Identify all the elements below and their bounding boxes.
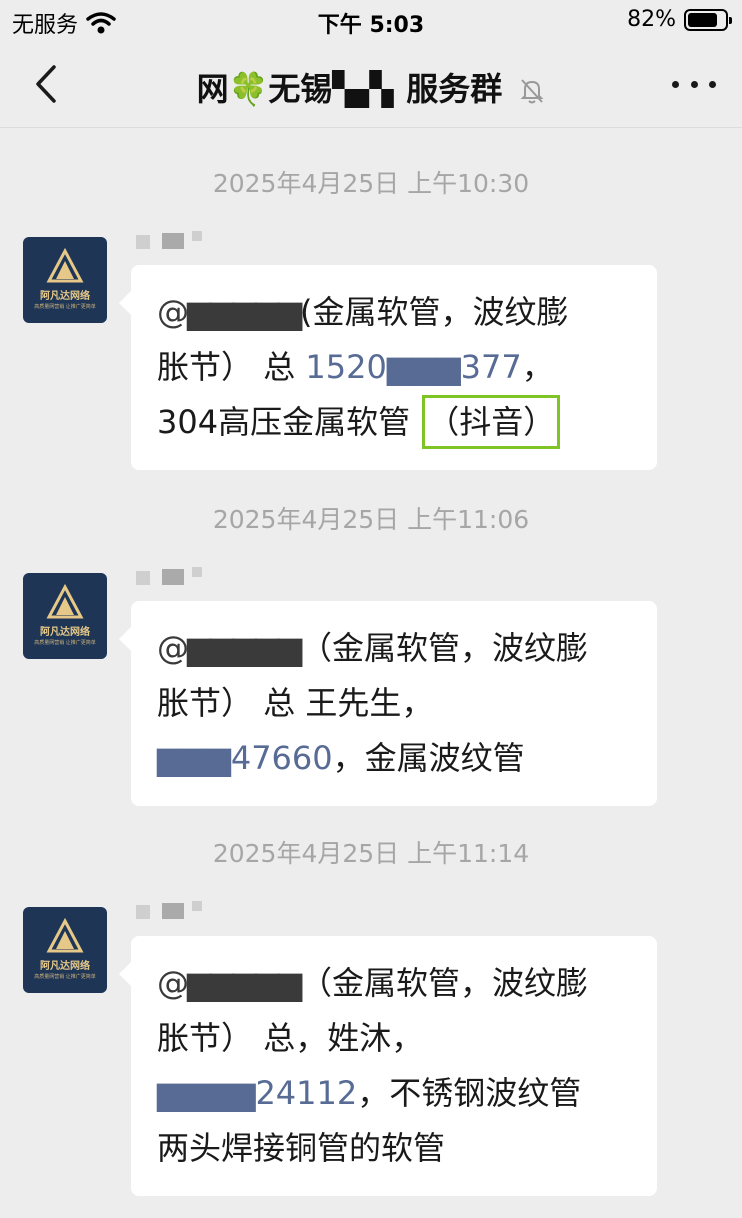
message-text: 304高压金属软管 xyxy=(157,403,411,441)
message-text: (金属软管，波纹膨 xyxy=(300,293,569,331)
avatar[interactable]: 阿凡达网络 高质量网营销 让推广更简单 xyxy=(23,907,107,993)
more-dot xyxy=(709,80,716,88)
message-text: 胀节） xyxy=(157,1019,254,1057)
message-timestamp: 2025年4月25日 上午11:06 xyxy=(212,505,530,534)
mention: @▆▆▆▆▆ xyxy=(157,629,302,667)
status-right: 82% xyxy=(627,7,732,32)
back-button[interactable] xyxy=(26,62,66,106)
message-text: （金属软管，波纹膨 xyxy=(300,964,589,1002)
more-button[interactable] xyxy=(672,74,716,94)
avatar-subtitle: 高质量网营销 让推广更简单 xyxy=(34,974,96,980)
more-dot xyxy=(690,80,698,88)
mention: @▆▆▆▆▆ xyxy=(157,964,302,1002)
message-text: 总，姓沐， xyxy=(263,1019,424,1057)
chat-title-text: 网🍀无锡▚▞▖服务群 xyxy=(196,70,503,108)
highlight-tag: （抖音） xyxy=(422,395,561,449)
message-text: 两头焊接铜管的软管 xyxy=(157,1129,446,1167)
message-timestamp: 2025年4月25日 上午11:14 xyxy=(212,839,530,868)
battery-percent: 82% xyxy=(627,7,676,32)
message-text: 总 王先生， xyxy=(263,684,434,722)
message-text: ， xyxy=(521,348,554,386)
more-dot xyxy=(672,80,679,88)
chevron-left-icon xyxy=(36,65,56,103)
avatar-subtitle: 高质量网营销 让推广更简单 xyxy=(34,304,96,310)
sender-name xyxy=(132,899,204,919)
message-bubble[interactable]: @▆▆▆▆▆（金属软管，波纹膨 胀节） 总，姓沐， ▆▆▆▆24112，不锈钢波… xyxy=(119,936,657,1196)
message-text: 总 xyxy=(263,348,306,386)
phone-link[interactable]: 1520▆▆▆377 xyxy=(305,348,521,386)
avatar-name: 阿凡达网络 xyxy=(40,291,90,302)
message-text: ，金属波纹管 xyxy=(332,739,525,777)
mention: @▆▆▆▆▆ xyxy=(157,293,302,331)
sender-name xyxy=(132,229,204,249)
logo-mark-icon xyxy=(46,917,84,953)
message-text: 胀节） xyxy=(157,348,254,386)
message-text: ，不锈钢波纹管 xyxy=(357,1074,582,1112)
phone-link[interactable]: ▆▆▆47660 xyxy=(157,739,333,777)
sender-name xyxy=(132,565,204,585)
chat-header: 网🍀无锡▚▞▖服务群 xyxy=(0,40,742,128)
chat-title: 网🍀无锡▚▞▖服务群 xyxy=(100,64,642,110)
message-text: （金属软管，波纹膨 xyxy=(300,629,589,667)
bell-muted-icon xyxy=(520,79,544,104)
avatar-name: 阿凡达网络 xyxy=(40,961,90,972)
avatar-name: 阿凡达网络 xyxy=(40,627,90,638)
battery-icon xyxy=(684,8,732,31)
avatar[interactable]: 阿凡达网络 高质量网营销 让推广更简单 xyxy=(23,237,107,323)
phone-link[interactable]: ▆▆▆▆24112 xyxy=(157,1074,357,1112)
message-timestamp: 2025年4月25日 上午10:30 xyxy=(212,169,530,198)
logo-mark-icon xyxy=(46,583,84,619)
avatar[interactable]: 阿凡达网络 高质量网营销 让推广更简单 xyxy=(23,573,107,659)
avatar-subtitle: 高质量网营销 让推广更简单 xyxy=(34,640,96,646)
logo-mark-icon xyxy=(46,247,84,283)
message-text: 胀节） xyxy=(157,684,254,722)
message-bubble[interactable]: @▆▆▆▆▆(金属软管，波纹膨 胀节） 总 1520▆▆▆377， 304高压金… xyxy=(119,265,657,470)
message-bubble[interactable]: @▆▆▆▆▆（金属软管，波纹膨 胀节） 总 王先生， ▆▆▆47660，金属波纹… xyxy=(119,601,657,806)
status-bar: 无服务 下午 5:03 82% xyxy=(0,0,742,40)
